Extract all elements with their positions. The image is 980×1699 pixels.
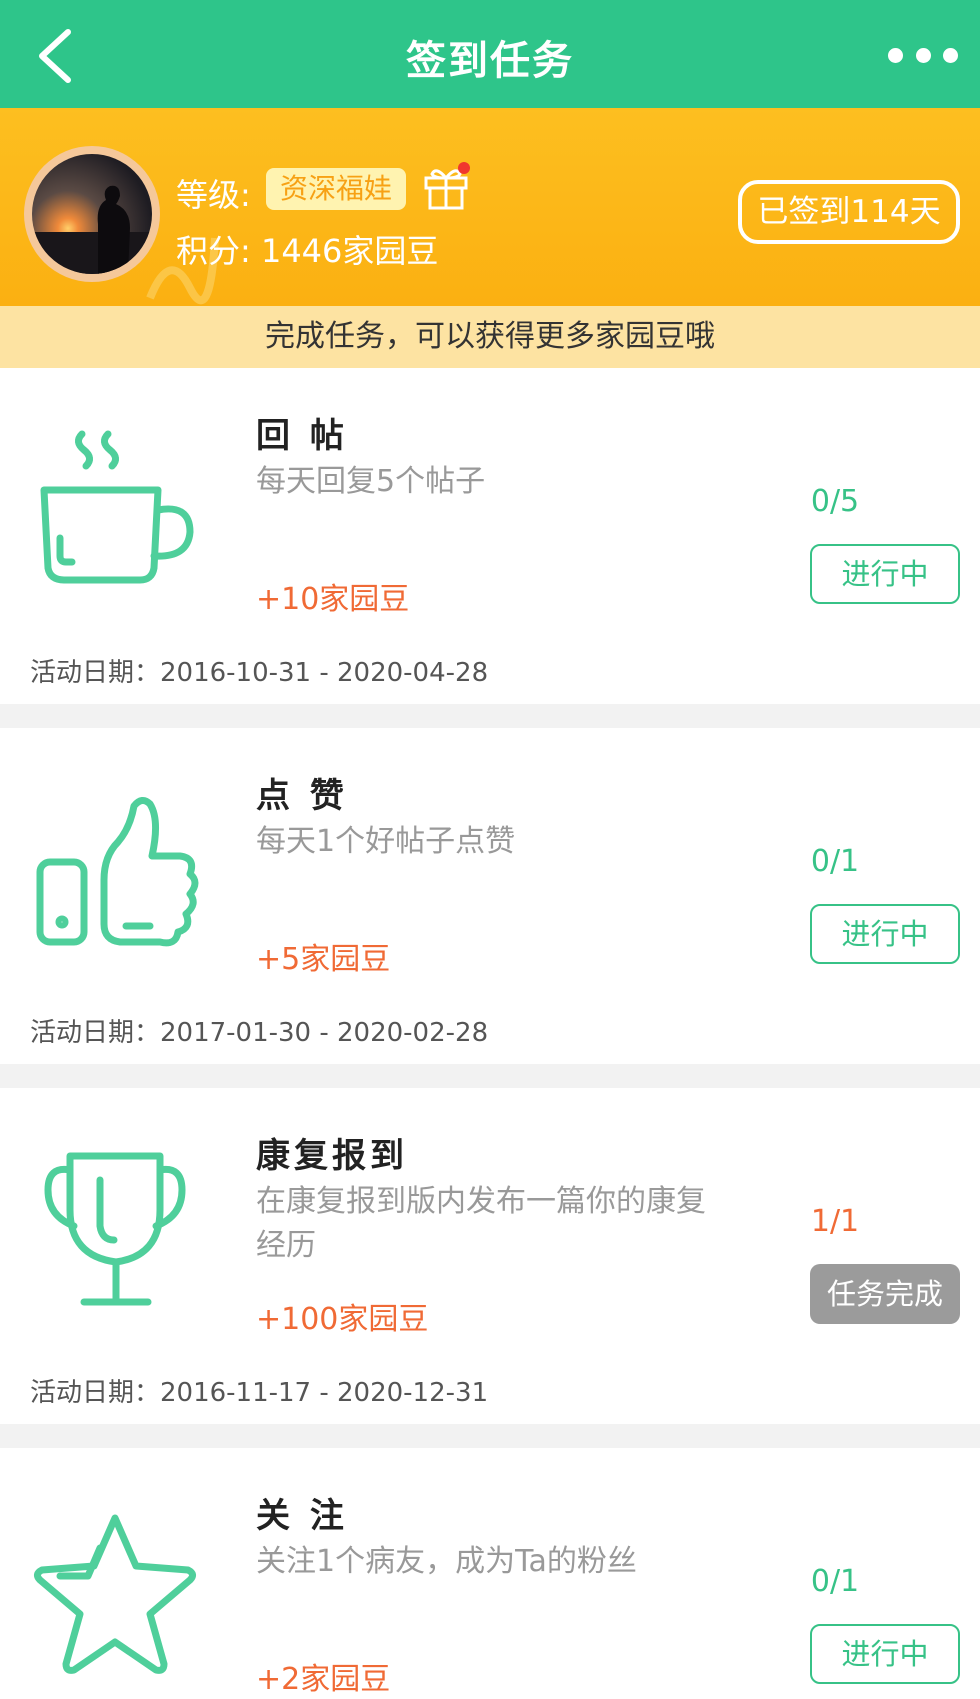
task-reward: +2家园豆 [256, 1662, 391, 1697]
task-card-follow: 关 注 关注1个病友，成为Ta的粉丝 +2家园豆 0/1 进行中 [0, 1448, 980, 1699]
profile-banner: 等级: 资深福娃 积分: 1446家园豆 已签到114天 [0, 108, 980, 306]
avatar[interactable] [24, 146, 160, 282]
task-status-button[interactable]: 任务完成 [810, 1264, 960, 1324]
level-label: 等级: [176, 176, 251, 214]
more-icon[interactable] [888, 40, 958, 70]
task-name: 康复报到 [256, 1136, 408, 1176]
signed-days-button[interactable]: 已签到114天 [738, 180, 960, 244]
task-desc: 每天回复5个帖子 [256, 464, 486, 499]
task-name: 点 赞 [256, 776, 348, 816]
task-progress: 0/1 [810, 844, 860, 879]
avatar-photo [32, 154, 152, 274]
task-status-button[interactable]: 进行中 [810, 1624, 960, 1684]
star-icon [33, 1514, 197, 1674]
task-status-button[interactable]: 进行中 [810, 544, 960, 604]
task-card-like: 点 赞 每天1个好帖子点赞 +5家园豆 0/1 进行中 活动日期：2017-01… [0, 728, 980, 1064]
level-badge: 资深福娃 [266, 168, 407, 210]
task-card-rehab: 康复报到 在康复报到版内发布一篇你的康复经历 +100家园豆 1/1 任务完成 … [0, 1088, 980, 1424]
page-title: 签到任务 [406, 38, 574, 84]
gift-icon[interactable] [420, 160, 472, 212]
task-name: 回 帖 [256, 416, 348, 456]
task-dates: 活动日期：2016-11-17 - 2020-12-31 [30, 1378, 489, 1408]
task-dates: 活动日期：2017-01-30 - 2020-02-28 [30, 1018, 489, 1048]
task-name: 关 注 [256, 1496, 348, 1536]
tip-bar: 完成任务，可以获得更多家园豆哦 [0, 306, 980, 368]
task-desc: 关注1个病友，成为Ta的粉丝 [256, 1544, 637, 1579]
task-desc: 每天1个好帖子点赞 [256, 824, 516, 859]
coffee-cup-icon [40, 430, 194, 584]
task-status-button[interactable]: 进行中 [810, 904, 960, 964]
nav-bar: 签到任务 [0, 0, 980, 108]
task-reward: +5家园豆 [256, 942, 391, 977]
score-text: 积分: 1446家园豆 [176, 232, 439, 270]
task-desc: 在康复报到版内发布一篇你的康复经历 [256, 1184, 706, 1263]
trophy-icon [44, 1152, 186, 1306]
task-progress: 1/1 [810, 1204, 860, 1239]
task-reward: +10家园豆 [256, 582, 410, 617]
task-progress: 0/5 [810, 484, 860, 519]
task-card-reply: 回 帖 每天回复5个帖子 +10家园豆 0/5 进行中 活动日期：2016-10… [0, 368, 980, 704]
task-progress: 0/1 [810, 1564, 860, 1599]
task-reward: +100家园豆 [256, 1302, 429, 1337]
thumbs-up-icon [36, 797, 199, 947]
task-dates: 活动日期：2016-10-31 - 2020-04-28 [30, 658, 489, 688]
